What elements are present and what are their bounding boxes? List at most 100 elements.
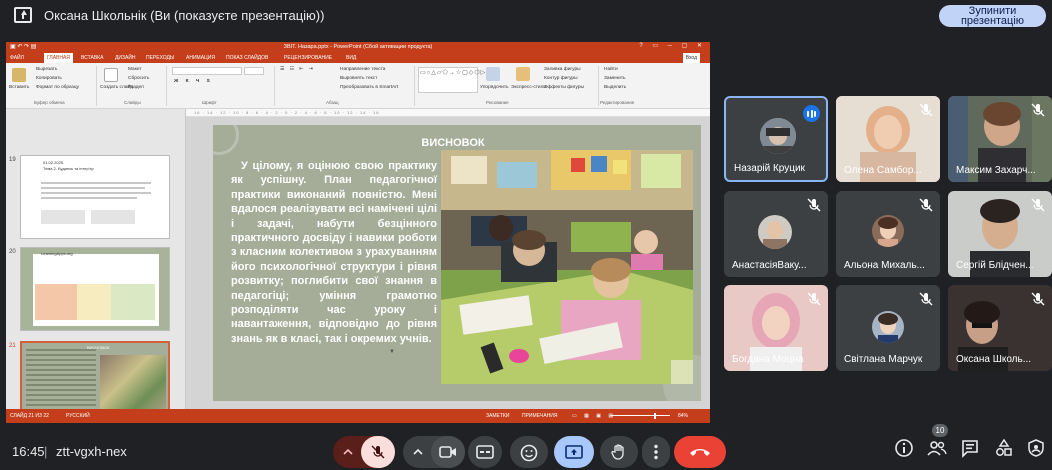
group-paragraph: Абзац [326, 100, 339, 105]
login-link[interactable]: Вход [682, 53, 700, 63]
find-button[interactable]: Найти [604, 67, 618, 72]
participant-tile[interactable]: Назарій Круцик [724, 96, 828, 182]
avatar [758, 215, 792, 249]
participant-tile[interactable]: Оксана Школь... [948, 285, 1052, 371]
reactions-button[interactable] [510, 436, 548, 468]
tab-insert[interactable]: ВСТАВКА [81, 53, 103, 63]
paste-icon[interactable] [12, 68, 26, 82]
slide-editing-area: ВИСНОВОК У цілому, я оцінюю свою практик… [186, 117, 710, 409]
stop-presenting-button[interactable]: Зупинити презентацію [939, 5, 1046, 27]
thumb-label: LearningApps.org [41, 251, 73, 256]
captions-button[interactable] [468, 436, 502, 468]
font-size-box[interactable] [244, 67, 264, 75]
select-button[interactable]: Выделить [604, 85, 626, 90]
list-icons[interactable]: ☰ ☷ ⇤ ⇥ [280, 67, 315, 72]
quick-styles-button[interactable]: Экспресс-стили [511, 85, 546, 90]
captions-icon [476, 445, 494, 459]
group-editing: Редактирование [600, 100, 635, 105]
mic-off-icon [919, 292, 933, 306]
arrange-icon[interactable] [486, 67, 500, 81]
present-now-button[interactable] [554, 436, 594, 468]
font-name-box[interactable] [172, 67, 242, 75]
arrange-button[interactable]: Упорядочить [480, 85, 509, 90]
mic-off-icon [807, 292, 821, 306]
participant-tile[interactable]: Світлана Марчук [836, 285, 940, 371]
info-icon[interactable] [894, 438, 914, 458]
tab-design[interactable]: ДИЗАЙН [115, 53, 136, 63]
quick-styles-icon[interactable] [516, 67, 530, 81]
tab-transitions[interactable]: ПЕРЕХОДЫ [146, 53, 174, 63]
window-controls[interactable]: ? ▭ ─ ▢ ✕ [639, 42, 706, 49]
cut-button[interactable]: Вырезать [36, 67, 57, 72]
shape-effects-button[interactable]: Эффекты фигуры [544, 85, 584, 90]
layout-button[interactable]: Макет [128, 67, 142, 72]
classroom-photo [441, 150, 693, 384]
more-options-button[interactable] [642, 436, 670, 468]
avatar [872, 311, 904, 343]
people-icon[interactable] [927, 438, 947, 458]
chat-icon[interactable] [960, 438, 980, 458]
camera-toggle-button[interactable] [431, 436, 465, 468]
font-format-icons[interactable]: Ж К Ч S [174, 79, 213, 84]
tab-review[interactable]: РЕЦЕНЗИРОВАНИЕ [284, 53, 332, 63]
shape-fill-button[interactable]: Заливка фигуры [544, 67, 581, 72]
ppt-window-title: ЗВІТ. Назара.pptx - PowerPoint (Сбой акт… [6, 42, 710, 53]
tab-file[interactable]: ФАЙЛ [10, 53, 24, 63]
new-slide-icon[interactable] [104, 68, 118, 82]
quick-access-icons[interactable]: ▣ ↶ ↷ ▤ [10, 43, 36, 50]
leave-call-button[interactable] [674, 436, 726, 468]
participant-name: Оксана Школь... [956, 354, 1032, 365]
tab-view[interactable]: ВИД [346, 53, 356, 63]
tab-slideshow[interactable]: ПОКАЗ СЛАЙДОВ [226, 53, 268, 63]
mic-off-icon [919, 103, 933, 117]
tab-animation[interactable]: АНИМАЦИЯ [186, 53, 215, 63]
chevron-up-icon[interactable] [413, 447, 423, 457]
activities-icon[interactable] [994, 438, 1014, 458]
zoom-level[interactable]: 84% [678, 409, 688, 423]
chevron-up-icon[interactable] [343, 447, 353, 457]
thumbnail-slide-20[interactable]: LearningApps.org [20, 247, 170, 331]
language-indicator[interactable]: РУССКИЙ [66, 409, 90, 423]
ppt-ribbon: Вставить Вырезать Копировать Формат по о… [6, 63, 710, 109]
mic-off-icon [1031, 292, 1045, 306]
thumbnail-slide-19[interactable]: 01.02.2025. Тема 2. Будинок та інтер'єр [20, 155, 170, 239]
microphone-toggle-button[interactable] [361, 436, 395, 468]
text-direction-button[interactable]: Направление текста [340, 67, 385, 72]
participant-name: Світлана Марчук [844, 354, 923, 365]
copy-button[interactable]: Копировать [36, 76, 62, 81]
scroll-down-arrow[interactable]: ▼ [389, 349, 395, 355]
participant-name: Олена Самбор... [844, 165, 922, 176]
participant-tile[interactable]: Максим Захарч... [948, 96, 1052, 182]
replace-button[interactable]: Заменить [604, 76, 626, 81]
participant-name: Сергій Блідчен... [956, 260, 1034, 271]
thumb-number: 20 [9, 249, 16, 255]
shapes-gallery[interactable]: ▭○△▱⬠→☆▢◇⬡▷⬭ [418, 67, 491, 93]
zoom-slider[interactable] [610, 415, 670, 416]
speaking-indicator-icon [803, 105, 820, 122]
align-text-button[interactable]: Выровнять текст [340, 76, 377, 81]
paste-button[interactable]: Вставить [9, 85, 29, 90]
reset-button[interactable]: Сбросить [128, 76, 149, 81]
ppt-status-bar: СЛАЙД 21 ИЗ 22 РУССКИЙ ЗАМЕТКИ ПРИМЕЧАНИ… [6, 409, 710, 423]
smartart-button[interactable]: Преобразовать в SmartArt [340, 85, 398, 90]
comments-button[interactable]: ПРИМЕЧАНИЯ [522, 409, 558, 423]
participant-tile[interactable]: АнастасіяВаку... [724, 191, 828, 277]
host-controls-icon[interactable] [1026, 438, 1046, 458]
participant-tile[interactable]: Олена Самбор... [836, 96, 940, 182]
view-icons[interactable]: ▭ ▦ ▣ ▤ [572, 409, 616, 423]
notes-button[interactable]: ЗАМЕТКИ [486, 409, 509, 423]
format-painter-button[interactable]: Формат по образцу [36, 85, 79, 90]
meeting-code: ztt-vgxh-nex [56, 444, 127, 459]
tab-home[interactable]: ГЛАВНАЯ [44, 53, 73, 63]
section-button[interactable]: Раздел [128, 85, 144, 90]
ribbon-divider [598, 66, 599, 106]
raise-hand-button[interactable] [600, 436, 638, 468]
presentation-title: Оксана Школьнік (Ви (показуєте презентац… [44, 8, 325, 23]
participant-tile[interactable]: Альона Михаль... [836, 191, 940, 277]
current-slide[interactable]: ВИСНОВОК У цілому, я оцінюю свою практик… [213, 125, 701, 401]
shape-outline-button[interactable]: Контур фигуры [544, 76, 578, 81]
participant-tile[interactable]: Сергій Блідчен... [948, 191, 1052, 277]
participant-tile[interactable]: Богдана Моцна [724, 285, 828, 371]
zoom-slider-handle[interactable] [654, 413, 656, 419]
shared-screen: ЗВІТ. Назара.pptx - PowerPoint (Сбой акт… [6, 42, 710, 423]
